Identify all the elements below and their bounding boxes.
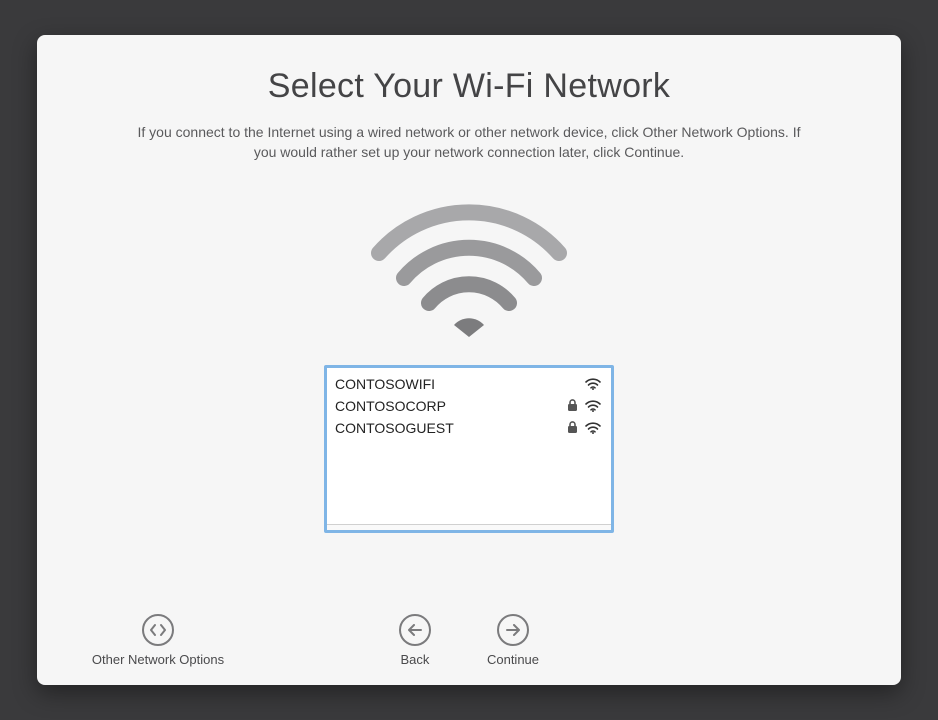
page-title: Select Your Wi-Fi Network: [268, 67, 670, 106]
footer-bar: Other Network Options Back Continue: [37, 614, 901, 667]
other-options-label: Other Network Options: [92, 652, 224, 667]
network-row[interactable]: CONTOSOWIFI: [335, 374, 603, 394]
network-name: CONTOSOCORP: [335, 398, 563, 414]
back-button[interactable]: Back: [399, 614, 431, 667]
lock-icon: [563, 421, 581, 434]
continue-button[interactable]: Continue: [487, 614, 539, 667]
other-network-options-button[interactable]: Other Network Options: [92, 614, 224, 667]
network-list[interactable]: CONTOSOWIFI CONTOSOCORP: [324, 365, 614, 533]
back-label: Back: [401, 652, 430, 667]
network-row[interactable]: CONTOSOCORP: [335, 396, 603, 416]
signal-icon: [583, 400, 603, 412]
page-subtitle: If you connect to the Internet using a w…: [129, 122, 809, 163]
network-name: CONTOSOGUEST: [335, 420, 563, 436]
wifi-icon: [369, 203, 569, 343]
network-name: CONTOSOWIFI: [335, 376, 563, 392]
continue-label: Continue: [487, 652, 539, 667]
network-row[interactable]: CONTOSOGUEST: [335, 418, 603, 438]
continue-arrow-icon: [497, 614, 529, 646]
signal-icon: [583, 422, 603, 434]
signal-icon: [583, 378, 603, 390]
scroll-track: [327, 524, 611, 530]
back-arrow-icon: [399, 614, 431, 646]
setup-panel: Select Your Wi-Fi Network If you connect…: [37, 35, 901, 685]
other-options-icon: [142, 614, 174, 646]
lock-icon: [563, 399, 581, 412]
